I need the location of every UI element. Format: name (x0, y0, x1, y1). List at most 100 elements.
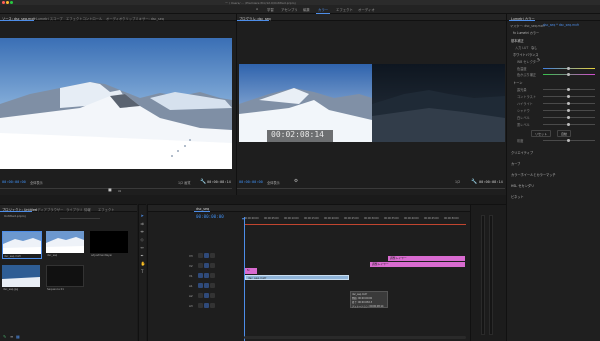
track-select-tool-icon[interactable]: ⇉ (141, 221, 144, 226)
source-export-frame-icon[interactable]: ▭ (118, 189, 121, 193)
workspace-assembly[interactable]: アセンブリ (281, 7, 298, 12)
ripple-tool-icon[interactable]: ⇹ (141, 229, 144, 234)
wrench-icon[interactable]: 🔧 (200, 179, 206, 185)
pencil-icon[interactable]: ✎ (3, 334, 6, 339)
reset-button[interactable]: リセット (531, 130, 552, 137)
track-lock-icon[interactable] (198, 273, 203, 278)
timeline-clip-fx[interactable]: fx (245, 268, 257, 274)
saturation-slider[interactable] (543, 139, 595, 142)
timeline-clip-adjustment-v3[interactable]: 調整レイヤー (388, 256, 465, 261)
section-basic-correction[interactable]: 基本補正 (511, 38, 524, 43)
section-hsl-secondary[interactable]: HSL セカンダリ (511, 183, 534, 188)
thumb-mountain-image (3, 232, 41, 254)
track-eye-icon[interactable] (210, 263, 215, 268)
tab-audio-clip-mixer[interactable]: オーディオクリップミキサー: dsc_seq (106, 16, 164, 21)
program-scrub-bar[interactable] (237, 188, 505, 189)
section-vignette[interactable]: ビネット (511, 194, 524, 199)
track-lock-icon[interactable] (198, 303, 203, 308)
clip-label: 調整レイヤー (372, 262, 389, 266)
program-wrench-icon[interactable]: 🔧 (471, 179, 477, 185)
tint-slider[interactable] (543, 73, 595, 76)
track-lock-icon[interactable] (198, 293, 203, 298)
timeline-clip-adjustment-v2[interactable]: 調整レイヤー (370, 262, 465, 267)
source-fit-dropdown[interactable]: 全体表示 (30, 180, 43, 185)
project-item[interactable]: Sequence 01 (46, 265, 86, 293)
shadows-slider[interactable] (543, 109, 595, 112)
track-lock-icon[interactable] (198, 283, 203, 288)
meter-channel-left (481, 215, 485, 335)
tab-effect-controls[interactable]: エフェクトコントロール (66, 16, 102, 21)
project-item[interactable]: dsc_seq.mxfr (2, 231, 42, 259)
source-timecode-in[interactable]: 00:00:00:00 (2, 180, 26, 184)
track-mute-icon[interactable] (210, 303, 215, 308)
program-fit-dropdown[interactable]: 全体表示 (267, 180, 280, 185)
timeline-timecode[interactable]: 00:00:00:00 (196, 214, 224, 219)
track-eye-icon[interactable] (210, 273, 215, 278)
track-target-icon[interactable] (204, 293, 209, 298)
timeline-clip-video[interactable]: dsc_seq.mxfr (245, 275, 349, 280)
section-creative[interactable]: クリエイティブ (511, 150, 533, 155)
source-scrub-bar[interactable] (0, 188, 232, 189)
timeline-playhead[interactable] (244, 217, 245, 341)
contrast-slider[interactable] (543, 95, 595, 98)
highlights-slider[interactable] (543, 102, 595, 105)
section-curves[interactable]: カーブ (511, 161, 520, 166)
playhead-marker-icon[interactable]: ▾ (242, 216, 244, 221)
razor-tool-icon[interactable]: ◇ (141, 237, 144, 242)
project-item-name: Sequence 01 (47, 288, 64, 291)
auto-button[interactable]: 自動 (557, 130, 572, 137)
project-search-input[interactable] (60, 215, 100, 219)
source-quality-dropdown[interactable]: 1/2 画質 (178, 180, 191, 185)
workspace-audio[interactable]: オーディオ (358, 7, 375, 12)
temperature-slider[interactable] (543, 67, 595, 70)
source-transport-stop-icon[interactable]: ◼ (108, 188, 112, 193)
program-quality-dropdown[interactable]: 1/2 (455, 180, 460, 184)
whites-slider[interactable] (543, 116, 595, 119)
pen-tool-icon[interactable]: ✒ (141, 253, 144, 258)
track-target-icon[interactable] (204, 283, 209, 288)
lumetri-fx-label[interactable]: fx Lumetri カラー (513, 30, 539, 35)
project-item[interactable]: adjustmentlayer (90, 231, 130, 259)
workspace-learn[interactable]: 学習 (267, 7, 274, 12)
track-name: V3 (189, 254, 193, 258)
project-item[interactable]: dsc_seq.jpg (2, 265, 42, 293)
eyedropper-icon[interactable]: ✎ (537, 57, 540, 62)
type-tool-icon[interactable]: T (141, 269, 143, 274)
tab-info[interactable]: 情報 (84, 207, 91, 212)
program-timecode-in[interactable]: 00:00:00:00 (239, 180, 263, 184)
tab-libraries[interactable]: ライブラリ (66, 207, 82, 212)
exposure-slider[interactable] (543, 88, 595, 91)
timeline-scrollbar[interactable] (244, 336, 466, 339)
zoom-window-button[interactable] (10, 1, 13, 4)
section-color-wheels[interactable]: カラーホイールとカラーマッチ (511, 172, 556, 177)
track-eye-icon[interactable] (210, 253, 215, 258)
lut-dropdown[interactable]: なし (531, 45, 537, 50)
close-window-button[interactable] (2, 1, 5, 4)
tab-timeline-sequence[interactable]: dsc_seq (196, 207, 209, 211)
tab-media-browser[interactable]: メディアブラウザー (34, 207, 63, 212)
selection-tool-icon[interactable]: ➤ (141, 213, 144, 218)
track-lock-icon[interactable] (198, 263, 203, 268)
workspace-effects[interactable]: エフェクト (336, 7, 353, 12)
track-mute-icon[interactable] (210, 293, 215, 298)
list-view-icon[interactable]: ≡ (10, 334, 13, 339)
minimize-window-button[interactable] (6, 1, 9, 4)
slip-tool-icon[interactable]: ↔ (141, 245, 144, 250)
work-area-bar[interactable] (244, 224, 466, 225)
track-target-icon[interactable] (204, 263, 209, 268)
icon-view-icon[interactable]: ▦ (16, 334, 20, 339)
hand-tool-icon[interactable]: ✋ (141, 261, 146, 266)
workspace-edit[interactable]: 編集 (303, 7, 310, 12)
blacks-slider[interactable] (543, 123, 595, 126)
workspace-home-icon[interactable]: ⌂ (256, 7, 258, 11)
program-settings-icon[interactable]: ⚙ (294, 179, 298, 184)
tab-effects[interactable]: エフェクト (98, 207, 114, 212)
workspace-color[interactable]: カラー (318, 7, 328, 12)
track-target-icon[interactable] (204, 273, 209, 278)
track-mute-icon[interactable] (210, 283, 215, 288)
project-item[interactable]: dsc_seq (46, 231, 86, 259)
tab-lumetri-scopes[interactable]: Lumetri スコープ (36, 16, 63, 21)
track-target-icon[interactable] (204, 303, 209, 308)
track-target-icon[interactable] (204, 253, 209, 258)
track-lock-icon[interactable] (198, 253, 203, 258)
